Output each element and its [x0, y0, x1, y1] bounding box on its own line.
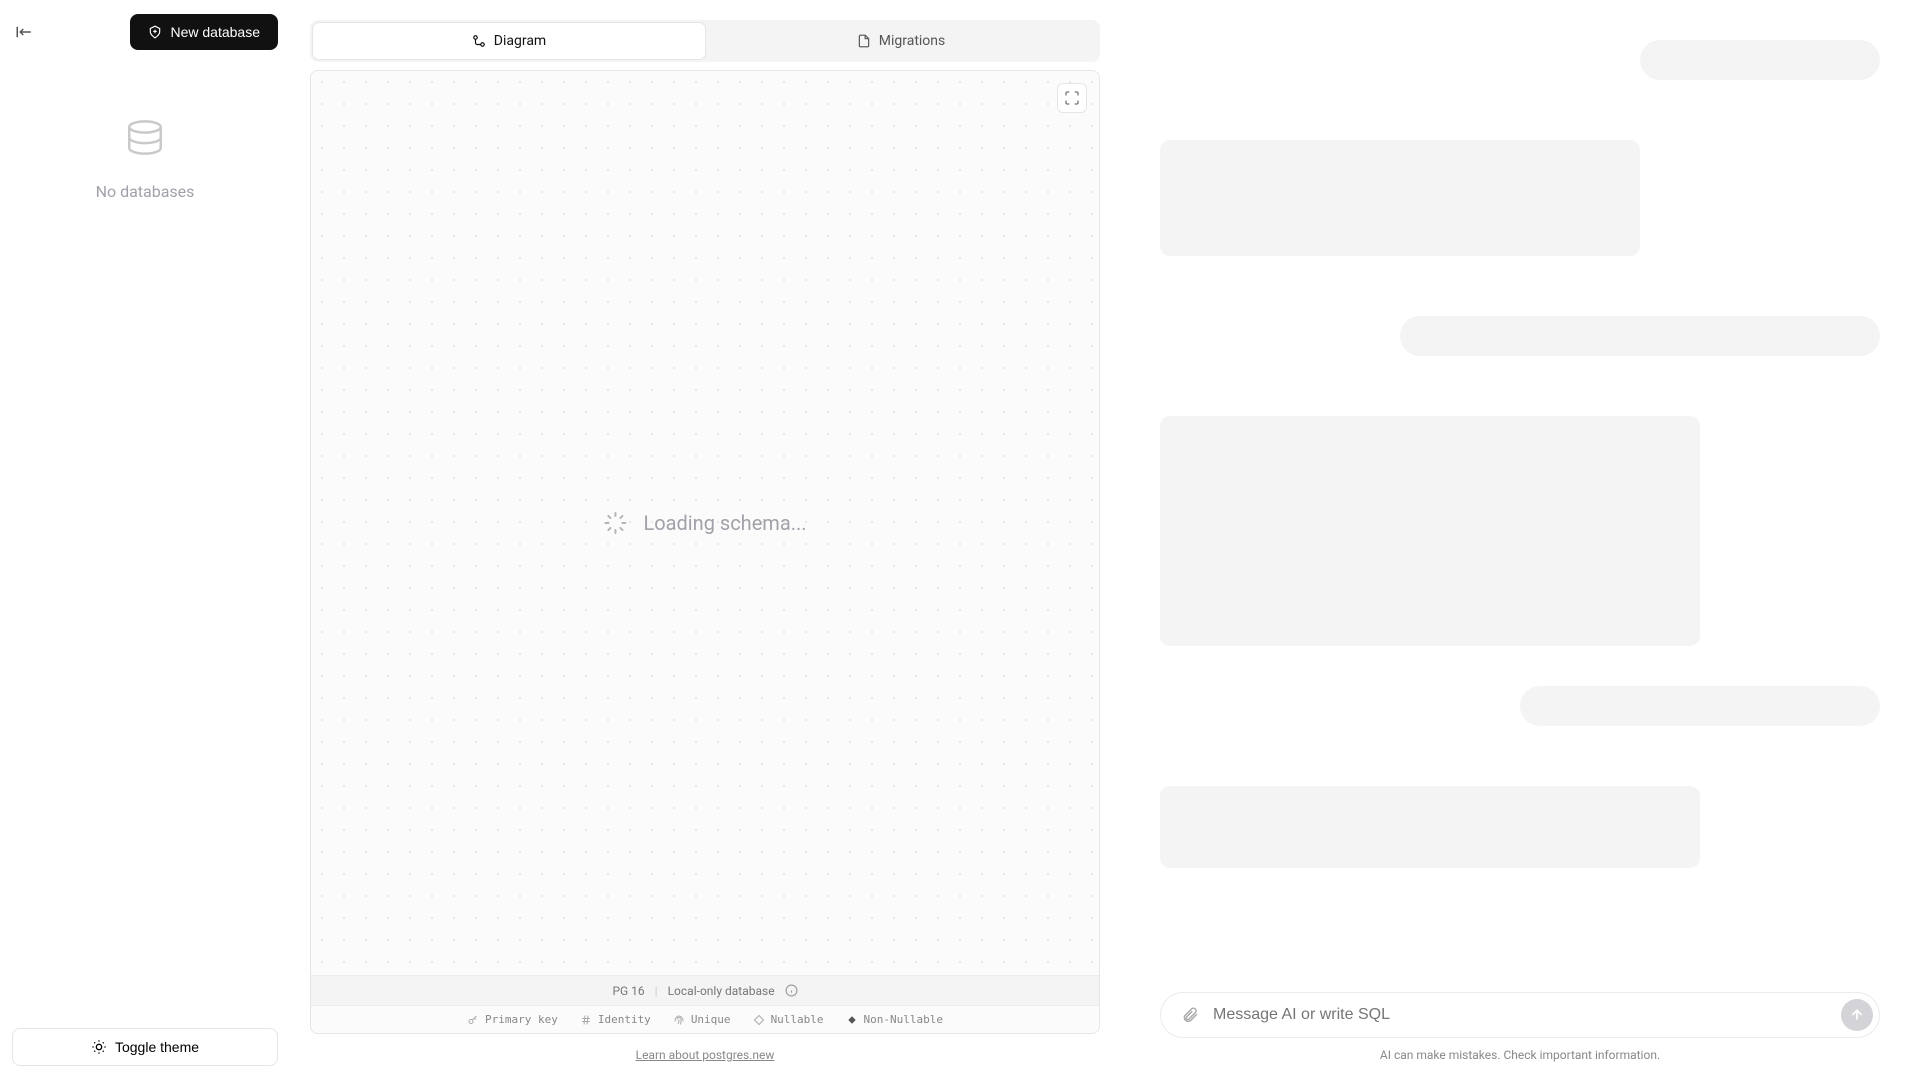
file-icon	[857, 34, 871, 48]
collapse-sidebar-button[interactable]	[12, 20, 36, 44]
fingerprint-icon	[673, 1014, 685, 1026]
status-separator: |	[655, 984, 658, 998]
sidebar: New database No databases Toggle theme	[0, 0, 290, 1080]
panel-left-icon	[15, 23, 33, 41]
center-panel: Diagram Migrations Loading schema...	[290, 0, 1100, 1080]
sun-icon	[91, 1039, 107, 1055]
tab-diagram[interactable]: Diagram	[313, 23, 705, 59]
legend-unique: Unique	[673, 1013, 731, 1026]
tab-migrations[interactable]: Migrations	[705, 23, 1097, 59]
maximize-icon	[1064, 90, 1080, 106]
cube-plus-icon	[148, 25, 162, 39]
chat-disclaimer: AI can make mistakes. Check important in…	[1160, 1048, 1880, 1062]
diagram-canvas-frame: Loading schema... PG 16 | Local-only dat…	[310, 70, 1100, 1034]
loading-text: Loading schema...	[643, 511, 806, 535]
empty-state-text: No databases	[96, 182, 195, 201]
info-icon[interactable]	[785, 984, 798, 997]
tabs: Diagram Migrations	[310, 20, 1100, 62]
learn-link[interactable]: Learn about postgres.new	[310, 1048, 1100, 1062]
tab-diagram-label: Diagram	[494, 33, 546, 49]
database-icon	[124, 118, 166, 164]
new-database-label: New database	[170, 24, 260, 40]
placeholder-bubble	[1400, 316, 1880, 356]
database-empty-state: No databases	[96, 118, 195, 201]
chat-input[interactable]	[1213, 1006, 1841, 1024]
placeholder-bubble	[1160, 140, 1640, 256]
toggle-theme-button[interactable]: Toggle theme	[12, 1028, 278, 1066]
pg-version: PG 16	[612, 984, 644, 998]
attach-button[interactable]	[1181, 1006, 1199, 1024]
key-icon	[467, 1014, 479, 1026]
new-database-button[interactable]: New database	[130, 14, 278, 50]
toggle-theme-label: Toggle theme	[115, 1039, 199, 1055]
placeholder-bubble	[1160, 786, 1700, 868]
placeholder-bubble	[1640, 40, 1880, 80]
diamond-filled-icon	[846, 1014, 858, 1026]
placeholder-bubble	[1520, 686, 1880, 726]
diamond-outline-icon	[753, 1014, 765, 1026]
status-bar: PG 16 | Local-only database	[311, 975, 1099, 1005]
legend-primary-key: Primary key	[467, 1013, 558, 1026]
legend-nullable: Nullable	[753, 1013, 824, 1026]
diagram-canvas[interactable]: Loading schema...	[311, 71, 1099, 975]
arrow-up-icon	[1849, 1007, 1865, 1023]
paperclip-icon	[1181, 1006, 1199, 1024]
legend-non-nullable: Non-Nullable	[846, 1013, 943, 1026]
tab-migrations-label: Migrations	[879, 33, 946, 49]
loading-indicator: Loading schema...	[603, 511, 806, 535]
send-button[interactable]	[1841, 999, 1873, 1031]
placeholder-bubble	[1160, 416, 1700, 646]
local-db-label: Local-only database	[668, 984, 775, 998]
chat-input-row	[1160, 992, 1880, 1038]
legend-bar: Primary key Identity Unique Nullable Non…	[311, 1005, 1099, 1033]
chat-placeholder-bubbles	[1160, 30, 1880, 992]
expand-button[interactable]	[1057, 83, 1087, 113]
hash-icon	[580, 1014, 592, 1026]
chat-panel: AI can make mistakes. Check important in…	[1100, 0, 1920, 1080]
workflow-icon	[472, 34, 486, 48]
legend-identity: Identity	[580, 1013, 651, 1026]
spinner-icon	[603, 511, 627, 535]
